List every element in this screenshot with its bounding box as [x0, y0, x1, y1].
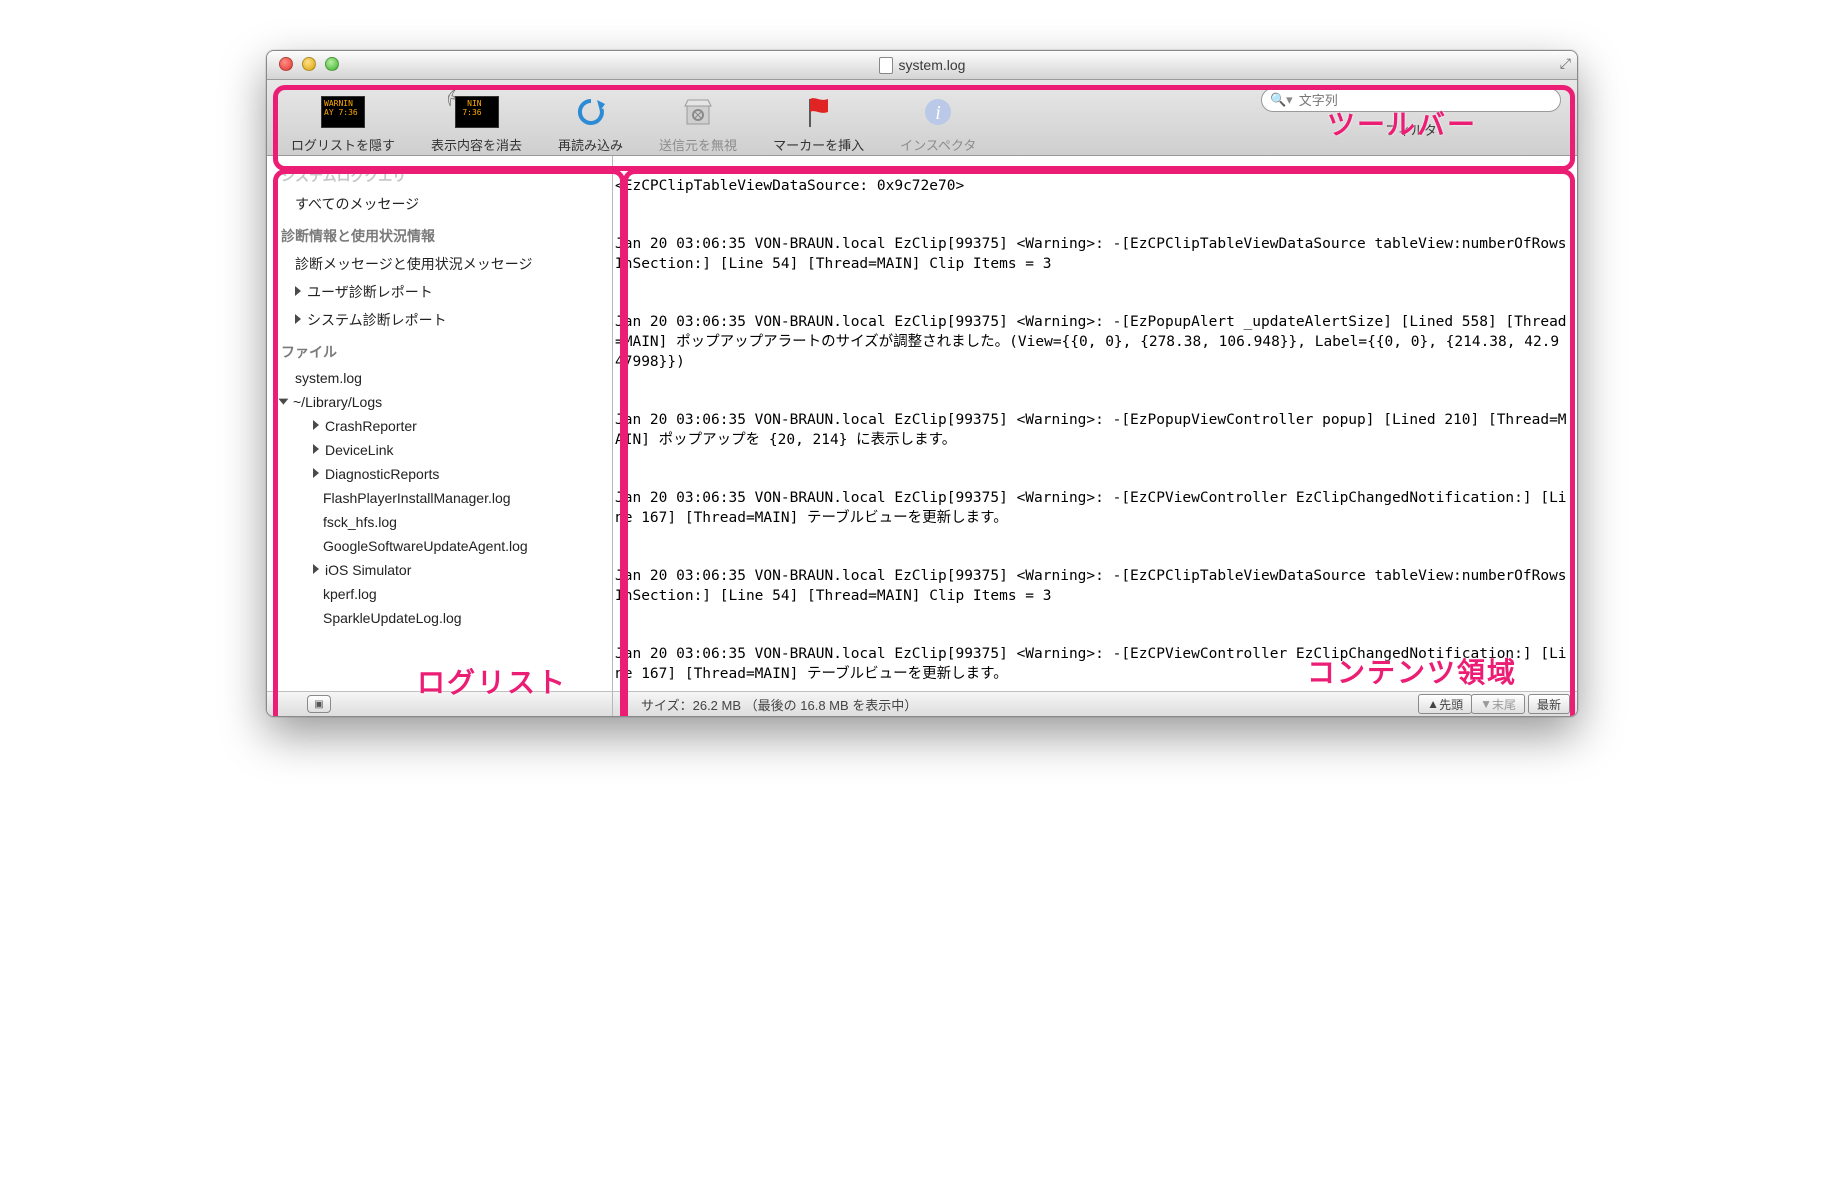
disclosure-icon[interactable]	[295, 314, 301, 324]
status-info: サイズ：26.2 MB （最後の 16.8 MB を表示中）	[621, 695, 1418, 714]
zoom-icon[interactable]	[325, 57, 339, 71]
sidebar-item-crashreporter[interactable]: CrashReporter	[267, 414, 612, 438]
disclosure-icon[interactable]	[313, 420, 319, 430]
disclosure-icon[interactable]	[278, 399, 288, 405]
ignore-sender-label: 送信元を無視	[659, 135, 737, 154]
inspector-button: i インスペクタ	[882, 84, 994, 154]
log-content[interactable]: <EzCPClipTableViewDataSource: 0x9c72e70>…	[613, 156, 1577, 691]
inspector-label: インスペクタ	[900, 135, 976, 154]
hide-log-list-button[interactable]: WARNINAY 7:36 ログリストを隠す	[273, 84, 413, 154]
sidebar-heading-queries: システムログクエリ	[267, 158, 612, 190]
sidebar-heading-diagnostics: 診断情報と使用状況情報	[267, 218, 612, 250]
disclosure-icon[interactable]	[313, 564, 319, 574]
log-line: Jan 20 03:06:35 VON-BRAUN.local EzClip[9…	[615, 488, 1567, 528]
log-line: Jan 20 03:06:35 VON-BRAUN.local EzClip[9…	[615, 312, 1567, 372]
sidebar-item-sparkle[interactable]: SparkleUpdateLog.log	[267, 606, 612, 630]
log-list-sidebar: システムログクエリ すべてのメッセージ 診断情報と使用状況情報 診断メッセージと…	[267, 156, 613, 716]
disclosure-icon[interactable]	[313, 468, 319, 478]
trash-box-icon	[681, 96, 715, 128]
insert-marker-label: マーカーを挿入	[773, 135, 864, 154]
svg-text:i: i	[935, 102, 941, 124]
filter-search-field[interactable]: 🔍▾	[1261, 88, 1561, 112]
info-icon: i	[923, 97, 953, 127]
log-line: Jan 20 03:06:35 VON-BRAUN.local EzClip[9…	[615, 566, 1567, 606]
sidebar-heading-files: ファイル	[267, 334, 612, 366]
log-line: Jan 20 03:06:35 VON-BRAUN.local EzClip[9…	[615, 410, 1567, 450]
sidebar-toggle-button[interactable]: ▣	[307, 695, 331, 713]
sidebar-item-ios-simulator[interactable]: iOS Simulator	[267, 558, 612, 582]
insert-marker-button[interactable]: マーカーを挿入	[755, 84, 882, 154]
clear-display-label: 表示内容を消去	[431, 135, 522, 154]
toolbar: WARNINAY 7:36 ログリストを隠す ⛏ NIN 7:36 表示内容を消…	[267, 80, 1577, 156]
sidebar-item-flash[interactable]: FlashPlayerInstallManager.log	[267, 486, 612, 510]
disclosure-icon[interactable]	[295, 286, 301, 296]
status-bar: サイズ：26.2 MB （最後の 16.8 MB を表示中） ▲ 先頭 ▼ 末尾…	[613, 691, 1577, 716]
document-icon	[879, 57, 893, 74]
search-input[interactable]	[1297, 92, 1552, 109]
sidebar-item-google[interactable]: GoogleSoftwareUpdateAgent.log	[267, 534, 612, 558]
nav-top-button[interactable]: ▲ 先頭	[1418, 694, 1472, 714]
reload-icon	[576, 97, 606, 127]
sidebar-footer: ▣	[267, 691, 612, 716]
sidebar-item-system-log[interactable]: system.log	[267, 366, 612, 390]
log-line: Jan 20 03:06:35 VON-BRAUN.local EzClip[9…	[615, 644, 1567, 684]
sidebar-item-fsck[interactable]: fsck_hfs.log	[267, 510, 612, 534]
sidebar-item-devicelink[interactable]: DeviceLink	[267, 438, 612, 462]
log-line: Jan 20 03:06:35 VON-BRAUN.local EzClip[9…	[615, 234, 1567, 274]
ignore-sender-button: 送信元を無視	[641, 84, 755, 154]
sidebar-item-diag-messages[interactable]: 診断メッセージと使用状況メッセージ	[267, 250, 612, 278]
reload-label: 再読み込み	[558, 135, 623, 154]
content-area: <EzCPClipTableViewDataSource: 0x9c72e70>…	[613, 156, 1577, 716]
sidebar-item-diagnosticreports[interactable]: DiagnosticReports	[267, 462, 612, 486]
titlebar: system.log ⤢	[267, 51, 1577, 80]
console-window: system.log ⤢ WARNINAY 7:36 ログリストを隠す ⛏ NI…	[266, 50, 1578, 717]
filter-label: フィルタ	[1385, 120, 1437, 139]
sidebar-item-system-reports[interactable]: システム診断レポート	[267, 306, 612, 334]
minimize-icon[interactable]	[302, 57, 316, 71]
resize-icon[interactable]: ⤢	[1560, 55, 1571, 72]
nav-bottom-button[interactable]: ▼ 末尾	[1471, 694, 1525, 714]
close-icon[interactable]	[279, 57, 293, 71]
disclosure-icon[interactable]	[313, 444, 319, 454]
search-icon: 🔍▾	[1270, 92, 1293, 108]
clear-display-button[interactable]: ⛏ NIN 7:36 表示内容を消去	[413, 84, 540, 154]
traffic-lights	[279, 57, 339, 71]
log-line: <EzCPClipTableViewDataSource: 0x9c72e70>	[615, 176, 1567, 196]
sidebar-item-user-reports[interactable]: ユーザ診断レポート	[267, 278, 612, 306]
sidebar-item-kperf[interactable]: kperf.log	[267, 582, 612, 606]
nav-latest-button[interactable]: 最新	[1528, 694, 1570, 714]
sidebar-item-library-logs[interactable]: ~/Library/Logs	[267, 390, 612, 414]
sidebar-item-all-messages[interactable]: すべてのメッセージ	[267, 190, 612, 218]
hide-log-list-label: ログリストを隠す	[291, 135, 395, 154]
reload-button[interactable]: 再読み込み	[540, 84, 641, 154]
flag-icon	[804, 95, 834, 129]
window-title: system.log	[899, 57, 966, 73]
